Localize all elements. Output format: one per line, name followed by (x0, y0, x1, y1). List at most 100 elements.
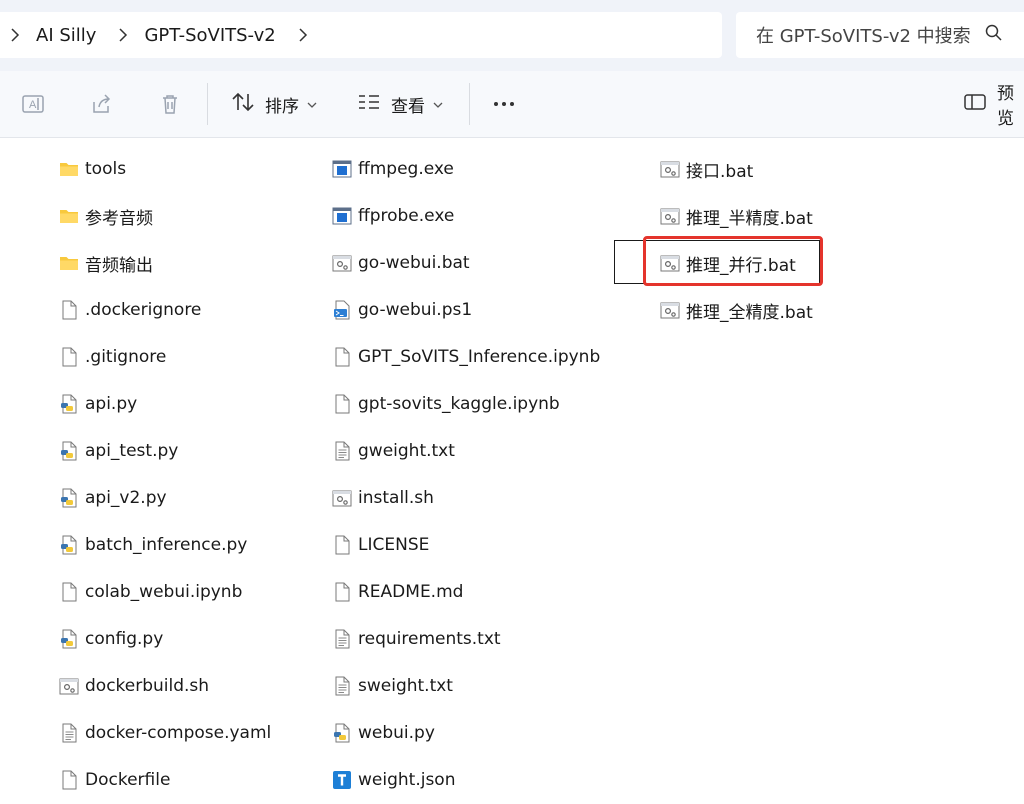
file-item[interactable]: .gitignore (58, 344, 308, 370)
file-icon (331, 393, 353, 415)
file-name: batch_inference.py (85, 535, 248, 555)
file-item[interactable]: README.md (331, 579, 631, 605)
file-name: api.py (85, 394, 138, 414)
file-item[interactable]: ffmpeg.exe (331, 156, 631, 182)
file-name: api_v2.py (85, 488, 167, 508)
json-icon (331, 769, 353, 791)
file-name: README.md (358, 582, 464, 602)
file-name: webui.py (358, 723, 435, 743)
file-icon (58, 581, 80, 603)
rename-icon[interactable]: A (21, 92, 45, 116)
script-icon (58, 675, 80, 697)
file-name: go-webui.bat (358, 253, 470, 273)
file-item[interactable]: docker-compose.yaml (58, 720, 308, 746)
file-item[interactable]: weight.json (331, 767, 631, 793)
file-item[interactable]: Dockerfile (58, 767, 308, 793)
toolbar-divider (469, 83, 470, 125)
file-name: api_test.py (85, 441, 179, 461)
more-options-icon[interactable] (492, 92, 516, 116)
file-item[interactable]: gpt-sovits_kaggle.ipynb (331, 391, 631, 417)
file-name: ffmpeg.exe (358, 159, 454, 179)
file-item[interactable]: LICENSE (331, 532, 631, 558)
text-icon (58, 722, 80, 744)
view-button[interactable]: 查看 (357, 89, 443, 119)
breadcrumb[interactable]: AI Silly GPT-SoVITS-v2 (0, 12, 722, 58)
file-item[interactable]: .dockerignore (58, 297, 308, 323)
file-name: requirements.txt (358, 629, 501, 649)
preview-button[interactable]: 预览 (963, 84, 1024, 129)
python-icon (58, 487, 80, 509)
file-item[interactable]: api.py (58, 391, 308, 417)
file-item[interactable]: colab_webui.ipynb (58, 579, 308, 605)
file-item[interactable]: GPT_SoVITS_Inference.ipynb (331, 344, 631, 370)
file-item[interactable]: 接口.bat (659, 156, 889, 182)
file-item[interactable]: gweight.txt (331, 438, 631, 464)
file-name: docker-compose.yaml (85, 723, 272, 743)
search-input[interactable]: 在 GPT-SoVITS-v2 中搜索 (736, 12, 1024, 58)
highlight-box (643, 236, 823, 286)
python-icon (58, 393, 80, 415)
file-item[interactable]: dockerbuild.sh (58, 673, 308, 699)
file-item[interactable]: api_test.py (58, 438, 308, 464)
file-item[interactable]: 参考音频 (58, 203, 308, 229)
delete-icon[interactable] (158, 92, 182, 116)
file-item[interactable]: ffprobe.exe (331, 203, 631, 229)
sort-button[interactable]: 排序 (231, 89, 317, 119)
address-bar: AI Silly GPT-SoVITS-v2 在 GPT-SoVITS-v2 中… (0, 0, 1024, 71)
search-placeholder: 在 GPT-SoVITS-v2 中搜索 (756, 26, 971, 47)
file-item[interactable]: config.py (58, 626, 308, 652)
file-icon (58, 346, 80, 368)
share-icon[interactable] (90, 92, 114, 116)
file-item[interactable]: sweight.txt (331, 673, 631, 699)
command-bar: A 排序 查看 预览 (0, 71, 1024, 138)
file-item[interactable]: 推理_半精度.bat (659, 203, 889, 229)
chevron-down-icon (433, 94, 443, 114)
exe-icon (331, 158, 353, 180)
file-list: tools 参考音频音频输出 .dockerignore .gitignore api.… (0, 138, 1024, 804)
breadcrumb-item-ai-silly[interactable]: AI Silly (30, 25, 108, 46)
script-icon (331, 487, 353, 509)
view-label: 查看 (391, 96, 425, 117)
file-name: LICENSE (358, 535, 430, 555)
file-name: install.sh (358, 488, 434, 508)
script-icon (659, 205, 681, 227)
file-icon (58, 769, 80, 791)
folder-icon (58, 252, 80, 274)
file-icon (331, 581, 353, 603)
file-item[interactable]: webui.py (331, 720, 631, 746)
file-item[interactable]: api_v2.py (58, 485, 308, 511)
file-icon (331, 534, 353, 556)
file-icon (58, 299, 80, 321)
python-icon (58, 534, 80, 556)
file-item[interactable]: requirements.txt (331, 626, 631, 652)
preview-label: 预览 (997, 84, 1014, 129)
file-name: GPT_SoVITS_Inference.ipynb (358, 347, 601, 367)
file-item[interactable]: batch_inference.py (58, 532, 308, 558)
file-item[interactable]: go-webui.bat (331, 250, 631, 276)
sort-label: 排序 (265, 96, 299, 117)
chevron-right-icon[interactable] (0, 12, 30, 58)
python-icon (58, 628, 80, 650)
chevron-right-icon[interactable] (288, 12, 318, 58)
file-item[interactable]: 推理_全精度.bat (659, 297, 889, 323)
svg-text:A: A (29, 99, 37, 111)
file-item[interactable]: tools (58, 156, 308, 182)
chevron-down-icon (307, 94, 317, 114)
file-name: gweight.txt (358, 441, 455, 461)
search-icon[interactable] (985, 24, 1003, 46)
file-name: .dockerignore (85, 300, 202, 320)
file-item[interactable]: 音频输出 (58, 250, 308, 276)
text-icon (331, 440, 353, 462)
breadcrumb-item-current-folder[interactable]: GPT-SoVITS-v2 (138, 25, 287, 46)
file-item[interactable]: go-webui.ps1 (331, 297, 631, 323)
file-item[interactable]: install.sh (331, 485, 631, 511)
folder-icon (58, 205, 80, 227)
exe-icon (331, 205, 353, 227)
file-name: ffprobe.exe (358, 206, 455, 226)
text-icon (331, 675, 353, 697)
view-icon (357, 92, 381, 117)
text-icon (331, 628, 353, 650)
file-name: dockerbuild.sh (85, 676, 210, 696)
chevron-right-icon[interactable] (108, 12, 138, 58)
file-name: 推理_全精度.bat (686, 302, 813, 323)
